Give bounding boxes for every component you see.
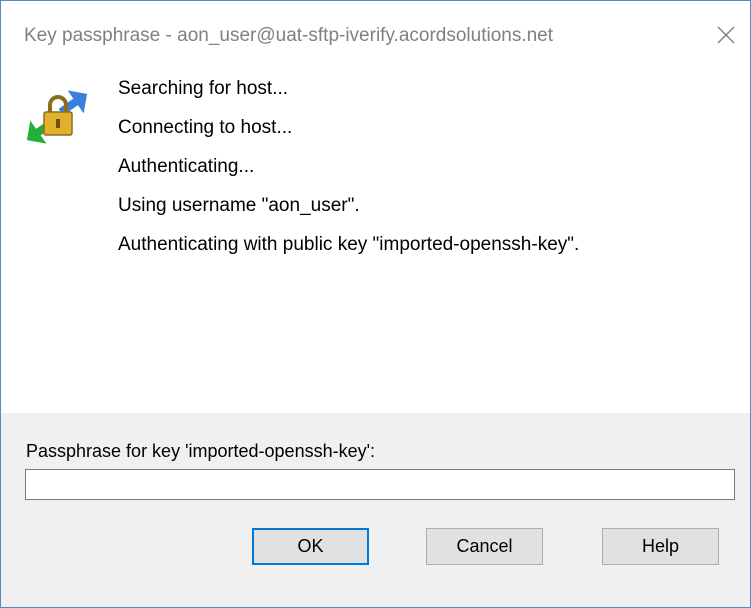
cancel-button[interactable]: Cancel <box>426 528 543 565</box>
key-passphrase-dialog: Key passphrase - aon_user@uat-sftp-iveri… <box>0 0 751 608</box>
status-line: Authenticating... <box>118 156 255 177</box>
help-button[interactable]: Help <box>602 528 719 565</box>
ok-button[interactable]: OK <box>252 528 369 565</box>
status-line: Using username "aon_user". <box>118 195 360 216</box>
status-line: Searching for host... <box>118 78 289 99</box>
message-area: Searching for host... Connecting to host… <box>1 63 750 413</box>
passphrase-label: Passphrase for key 'imported-openssh-key… <box>26 441 376 461</box>
status-line: Connecting to host... <box>118 117 293 138</box>
close-button[interactable] <box>702 13 750 57</box>
putty-key-transfer-icon <box>26 90 88 144</box>
close-icon <box>717 26 735 44</box>
passphrase-panel: Passphrase for key 'imported-openssh-key… <box>1 413 750 607</box>
passphrase-input[interactable] <box>25 469 735 500</box>
title-bar[interactable]: Key passphrase - aon_user@uat-sftp-iveri… <box>1 1 750 63</box>
status-line: Authenticating with public key "imported… <box>118 234 580 255</box>
status-messages: Searching for host... Connecting to host… <box>118 76 579 271</box>
window-title: Key passphrase - aon_user@uat-sftp-iveri… <box>24 25 554 46</box>
